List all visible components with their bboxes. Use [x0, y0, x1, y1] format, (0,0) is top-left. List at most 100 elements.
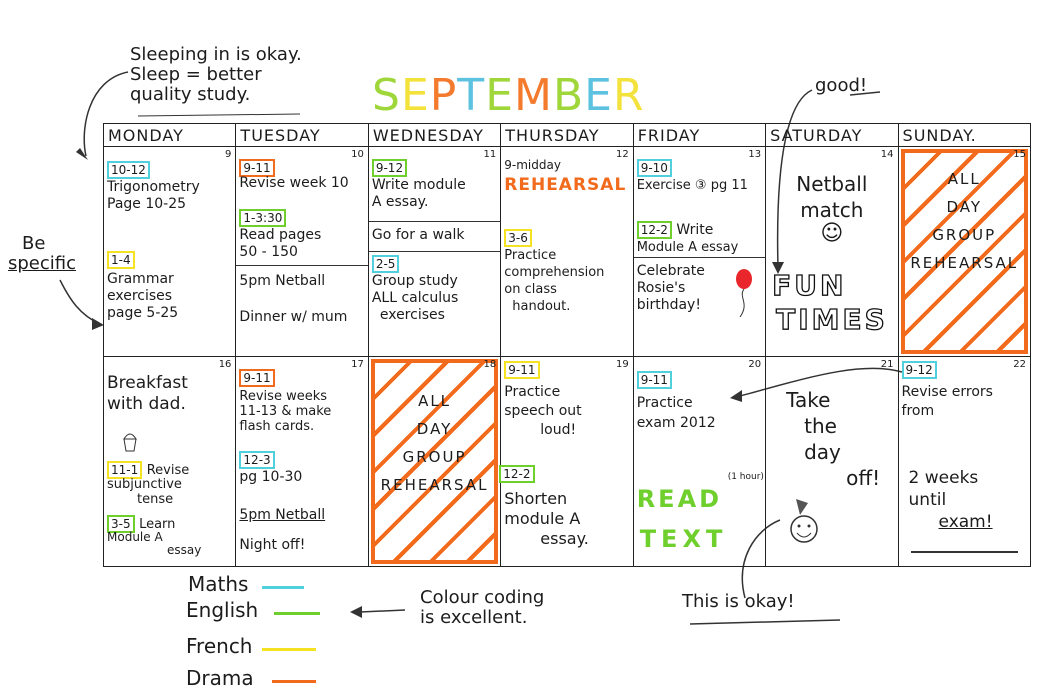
entry-text: ALL DAY GROUP REHEARSAL	[369, 387, 500, 499]
entry-line: Revise weeks	[239, 389, 328, 404]
day-number: 9	[225, 149, 232, 160]
time-block: 1-3:30	[239, 209, 287, 227]
entry-line: essay	[167, 543, 202, 557]
entry-text: Practice speech out loud!	[504, 383, 581, 440]
day-header: FRIDAY	[632, 123, 767, 147]
time-block: 9-10	[636, 159, 672, 177]
day-cell: 14 Netball match ☺ FUN TIMES	[765, 146, 899, 357]
entry-line: 5pm Netball	[239, 273, 326, 289]
time-block: 9-11	[636, 371, 672, 389]
day-cell: 17 9-11 Revise weeks 11-13 & make flash …	[235, 356, 369, 567]
day-header: SATURDAY	[765, 123, 899, 147]
day-number: 20	[748, 359, 762, 370]
day-number: 17	[351, 359, 364, 370]
entry-line: TEXT	[639, 525, 728, 553]
balloon-icon	[735, 269, 752, 318]
entry-line: the	[804, 414, 837, 438]
day-cell: 18 ALL DAY GROUP REHEARSAL	[367, 356, 502, 567]
legend-french: French	[186, 634, 253, 658]
entry-line: Trigonometry	[107, 179, 200, 195]
entry-line: Practice	[504, 384, 561, 400]
time-block: 12-2	[499, 465, 535, 483]
entry-line: Write module	[371, 177, 466, 193]
day-number: 12	[615, 149, 629, 160]
time-block: 9-11	[239, 369, 275, 387]
entry-line: with dad.	[107, 394, 186, 414]
entry-text: Revise weeks 11-13 & make flash cards.	[239, 389, 331, 434]
entry-line: Write	[676, 222, 714, 238]
entry-line: tense	[137, 492, 174, 507]
entry-line: DAY	[416, 420, 453, 438]
entry-text: ALL DAY GROUP REHEARSAL	[899, 165, 1030, 277]
time-block: 2-5	[371, 255, 400, 273]
day-cell: 12 9-midday REHEARSAL 3-6 Practice compr…	[500, 146, 634, 357]
entry-line: Practice	[504, 248, 557, 263]
entry-line: speech out	[504, 403, 582, 419]
time-block: 10-12	[107, 161, 150, 179]
entry-text: Module A essay	[107, 531, 201, 557]
entry-line: until	[908, 490, 947, 510]
day-cell: 11 9-12 Write module A essay. Go for a w…	[367, 146, 502, 357]
legend-swatch-english	[274, 612, 320, 615]
entry-line: Night off!	[239, 537, 306, 553]
party-face-icon	[790, 499, 818, 543]
entry-line: Go for a walk	[371, 227, 465, 243]
entry-line: ALL calculus	[371, 290, 459, 306]
entry-line: DAY	[946, 198, 983, 216]
day-cell: 13 9-10 Exercise ③ pg 11 12-2 Write Modu…	[632, 146, 767, 357]
entry-line: Shorten	[504, 489, 568, 508]
entry-line: A essay.	[371, 194, 429, 210]
day-header: WEDNESDAY	[367, 123, 502, 147]
day-cell: 9 10-12 Trigonometry Page 10-25 1-4 Gram…	[102, 146, 237, 357]
legend-drama: Drama	[186, 666, 254, 690]
entry-line: Celebrate	[636, 263, 705, 279]
entry-line: GROUP	[932, 226, 997, 244]
entry-line: Dinner w/ mum	[239, 309, 348, 325]
entry-line: Rosie's	[636, 280, 686, 296]
entry-line: from	[901, 403, 935, 419]
entry-line: loud!	[540, 422, 577, 438]
day-cell: 16 Breakfast with dad. 11-1 Revise subju…	[102, 356, 237, 567]
entry-line: REHEARSAL	[910, 254, 1019, 272]
entry-line: day	[804, 440, 841, 464]
entry-line: 9-midday	[504, 158, 561, 172]
entry-line: essay.	[540, 529, 589, 548]
entry-line: exercises	[107, 288, 173, 304]
day-cell: 21 Take the day off!	[765, 356, 899, 567]
day-number: 21	[880, 359, 894, 370]
entry-line: page 5-25	[107, 305, 179, 321]
entry-line: Breakfast	[107, 373, 188, 393]
time-block: 3-6	[504, 229, 532, 247]
day-cell: 10 9-11 Revise week 10 1-3:30 Read pages…	[235, 146, 369, 357]
entry-line: Practice	[636, 395, 693, 411]
day-cell: 15 ALL DAY GROUP REHEARSAL	[897, 146, 1032, 357]
entry-text: Take the day off!	[786, 387, 880, 491]
entry-text: Group study ALL calculus exercises	[372, 273, 458, 324]
entry-line: handout.	[512, 299, 571, 314]
entry-line: Netball	[796, 172, 868, 196]
day-number: 22	[1013, 359, 1026, 370]
entry-line: Revise week 10	[239, 175, 349, 191]
entry-line: subjunctive	[107, 477, 182, 492]
day-cell: 22 9-12 Revise errors from 2 weeks until…	[897, 356, 1032, 567]
entry-line: pg 10-30	[239, 469, 303, 485]
entry-line: Revise	[146, 463, 190, 478]
day-number: 15	[1013, 149, 1026, 160]
entry-line: on class	[504, 282, 557, 297]
entry-line: module A	[504, 509, 581, 528]
entry-line: READ	[636, 485, 723, 513]
day-header: THURSDAY	[500, 123, 634, 147]
entry-line: Revise errors	[901, 384, 993, 400]
day-number: 13	[748, 149, 762, 160]
legend-english: English	[186, 598, 259, 622]
legend-swatch-drama	[272, 680, 316, 683]
entry-text: Grammar exercises page 5-25	[107, 271, 178, 322]
entry-text: Practice exam 2012	[637, 393, 716, 433]
time-block: 9-12	[901, 361, 937, 379]
legend-swatch-french	[262, 648, 316, 651]
entry-line: birthday!	[636, 297, 701, 313]
entry-line: Group study	[371, 273, 458, 289]
entry-text: Breakfast with dad.	[107, 373, 188, 415]
time-block: 9-12	[371, 159, 408, 177]
day-number: 16	[218, 359, 232, 370]
